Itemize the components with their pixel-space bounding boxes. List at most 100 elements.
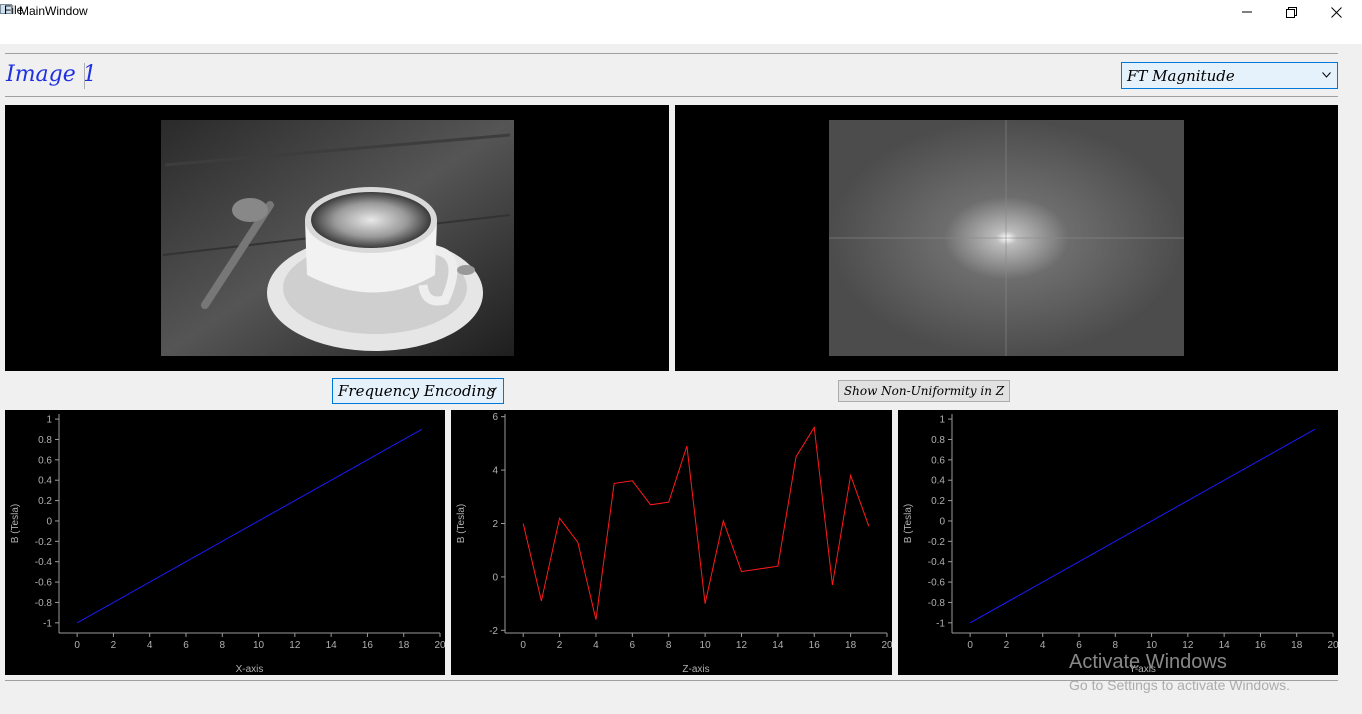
- x-tick-label: 20: [1327, 640, 1338, 651]
- x-tick-label: 8: [666, 640, 672, 651]
- x-tick-label: 4: [1040, 640, 1046, 651]
- ft-magnitude-viewer[interactable]: [675, 105, 1338, 371]
- y-tick-label: 0.8: [38, 435, 52, 446]
- x-tick-label: 18: [1291, 640, 1303, 651]
- y-tick-label: 1: [46, 415, 52, 426]
- y-tick-label: -1: [43, 618, 52, 629]
- x-tick-label: 12: [736, 640, 748, 651]
- x-tick-label: 6: [1076, 640, 1082, 651]
- x-axis-field-plot[interactable]: -1 -0.8 -0.6 -0.4 -0.2 0 0.2 0.4 0.6 0.8 1 0 2 4 6 8 10 1…: [5, 410, 445, 675]
- y-tick-label: 0.2: [931, 496, 945, 507]
- y-tick-label: 0.8: [931, 435, 945, 446]
- close-icon: [1330, 6, 1342, 18]
- y-tick-label: 0: [939, 516, 945, 527]
- minimize-button[interactable]: [1224, 0, 1270, 24]
- y-tick-label: -0.8: [928, 598, 946, 609]
- activation-watermark-subtitle: Go to Settings to activate Windows.: [1069, 677, 1290, 693]
- divider: [5, 96, 1338, 97]
- x-tick-label: 10: [700, 640, 712, 651]
- y-tick-label: 0.2: [38, 496, 52, 507]
- x-tick-label: 20: [434, 640, 445, 651]
- encoding-select[interactable]: Frequency Encoding: [332, 378, 504, 404]
- z-axis-field-plot[interactable]: -2 0 2 4 6 0 2 4 6 8 10 12 14 16 18 20 Z-axis B (Tesla): [451, 410, 892, 675]
- x-tick-label: 2: [111, 640, 117, 651]
- x-tick-label: 10: [253, 640, 265, 651]
- x-tick-label: 4: [593, 640, 599, 651]
- x-tick-label: 20: [881, 640, 892, 651]
- y-tick-label: 2: [492, 519, 498, 530]
- x-tick-label: 2: [1004, 640, 1010, 651]
- x-tick-label: 8: [1113, 640, 1119, 651]
- y-tick-label: -0.6: [35, 578, 53, 589]
- series-line: [76, 428, 423, 624]
- menu-file[interactable]: File: [4, 3, 23, 17]
- y-axis-field-plot[interactable]: -1 -0.8 -0.6 -0.4 -0.2 0 0.2 0.4 0.6 0.8 1 0 2 4 6 8 10 1…: [898, 410, 1338, 675]
- x-tick-label: 10: [1146, 640, 1158, 651]
- y-tick-label: 4: [492, 466, 498, 477]
- divider: [5, 53, 1338, 54]
- coffee-cup-image: [161, 120, 514, 356]
- y-axis-field-chart: -1-0.8-0.6-0.4-0.200.20.40.60.810 2 4 6 8 10 1…: [903, 414, 1338, 675]
- ft-magnitude-image: [829, 120, 1184, 356]
- y-tick-label: 1: [939, 415, 945, 426]
- y-axis-label: B (Tesla): [456, 504, 467, 543]
- view-mode-value: FT Magnitude: [1127, 66, 1235, 85]
- x-tick-label: 6: [183, 640, 189, 651]
- x-tick-label: 4: [147, 640, 153, 651]
- y-tick-label: 0: [46, 516, 52, 527]
- x-axis-field-chart: -1-0.8-0.6-0.4-0.200.20.40.60.810 2 4 6 8 10 1…: [10, 414, 445, 675]
- y-tick-label: -0.2: [928, 537, 946, 548]
- y-tick-label: -0.8: [35, 598, 53, 609]
- window-title: MainWindow: [19, 4, 88, 18]
- x-tick-label: 12: [1182, 640, 1194, 651]
- x-tick-label: 0: [520, 640, 526, 651]
- x-tick-label: 18: [398, 640, 410, 651]
- chevron-down-icon: [1322, 71, 1331, 78]
- view-mode-select[interactable]: FT Magnitude: [1121, 62, 1338, 89]
- chevron-down-icon: [488, 387, 497, 393]
- x-tick-label: 2: [557, 640, 563, 651]
- x-tick-label: 14: [772, 640, 784, 651]
- y-axis-label: B (Tesla): [10, 504, 21, 543]
- y-tick-label: -0.4: [928, 557, 946, 568]
- x-tick-label: 0: [74, 640, 80, 651]
- restore-icon: [1285, 6, 1297, 18]
- show-nonuniformity-button[interactable]: Show Non-Uniformity in Z: [838, 380, 1010, 402]
- y-tick-label: -0.6: [928, 578, 946, 589]
- y-tick-label: -0.4: [35, 557, 53, 568]
- x-tick-label: 8: [220, 640, 226, 651]
- y-tick-label: 0.6: [931, 455, 945, 466]
- x-tick-label: 18: [845, 640, 857, 651]
- title-bar: [0, 0, 1362, 24]
- x-axis-label: X-axis: [236, 664, 264, 675]
- original-image-viewer[interactable]: [5, 105, 669, 371]
- divider: [84, 63, 85, 89]
- x-tick-label: 6: [630, 640, 636, 651]
- series-line: [522, 425, 870, 620]
- minimize-icon: [1242, 11, 1252, 13]
- x-tick-label: 14: [326, 640, 338, 651]
- close-button[interactable]: [1313, 0, 1359, 24]
- encoding-value: Frequency Encoding: [338, 382, 496, 400]
- x-tick-label: 16: [362, 640, 374, 651]
- y-axis-label: B (Tesla): [903, 504, 914, 543]
- activation-watermark-title: Activate Windows: [1069, 651, 1227, 673]
- y-tick-label: 0: [492, 572, 498, 583]
- y-tick-label: -2: [489, 626, 498, 637]
- y-tick-label: -1: [936, 618, 945, 629]
- y-tick-label: -0.2: [35, 537, 53, 548]
- y-tick-label: 6: [492, 412, 498, 423]
- x-tick-label: 0: [967, 640, 973, 651]
- y-tick-label: 0.4: [38, 476, 52, 487]
- series-line: [969, 428, 1316, 624]
- restore-button[interactable]: [1268, 0, 1314, 24]
- x-tick-label: 16: [809, 640, 821, 651]
- x-tick-label: 12: [289, 640, 301, 651]
- y-tick-label: 0.4: [931, 476, 945, 487]
- z-axis-field-chart: -2 0 2 4 6 0 2 4 6 8 10 12 14 16 18 20 Z-axis B (Tesla): [456, 412, 892, 675]
- menu-bar: [0, 24, 1362, 44]
- y-tick-label: 0.6: [38, 455, 52, 466]
- x-tick-label: 16: [1255, 640, 1267, 651]
- x-axis-label: Z-axis: [682, 664, 709, 675]
- x-tick-label: 14: [1219, 640, 1231, 651]
